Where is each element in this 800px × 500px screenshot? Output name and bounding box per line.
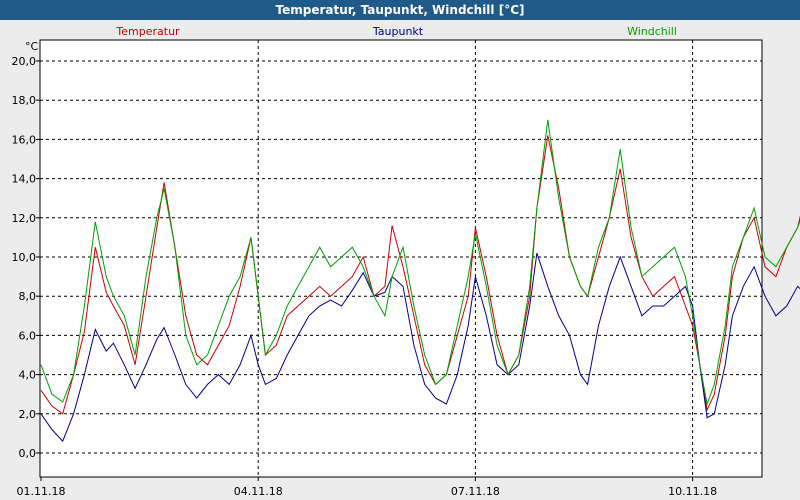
y-tick-label: 6,0 [19,329,37,342]
legend-item-windchill: Windchill [627,25,677,38]
x-tick-label: 07.11.18 [451,485,500,498]
legend: Temperatur Taupunkt Windchill [115,25,677,38]
legend-item-taupunkt: Taupunkt [372,25,424,38]
y-tick-label: 8,0 [19,290,37,303]
y-tick-label: 12,0 [12,212,37,225]
y-tick-label: 10,0 [12,251,37,264]
legend-item-temperatur: Temperatur [115,25,180,38]
y-tick-label: 0,0 [19,447,37,460]
y-tick-label: 14,0 [12,173,37,186]
chart-window: Temperatur, Taupunkt, Windchill [°C] 0,0… [0,0,800,500]
x-tick-label: 10.11.18 [668,485,717,498]
y-tick-label: 16,0 [12,133,37,146]
y-tick-label: 20,0 [12,55,37,68]
y-tick-label: 4,0 [19,369,37,382]
x-tick-label: 04.11.18 [234,485,283,498]
window-title: Temperatur, Taupunkt, Windchill [°C] [0,0,800,20]
y-tick-label: 2,0 [19,408,37,421]
chart: 0,0 2,0 4,0 6,0 8,0 10,0 12,0 14,0 16,0 18,0 20,0 0… [12,25,800,498]
y-tick-label: 18,0 [12,94,37,107]
y-axis-label: °C [25,40,39,53]
x-tick-label: 01.11.18 [17,485,66,498]
